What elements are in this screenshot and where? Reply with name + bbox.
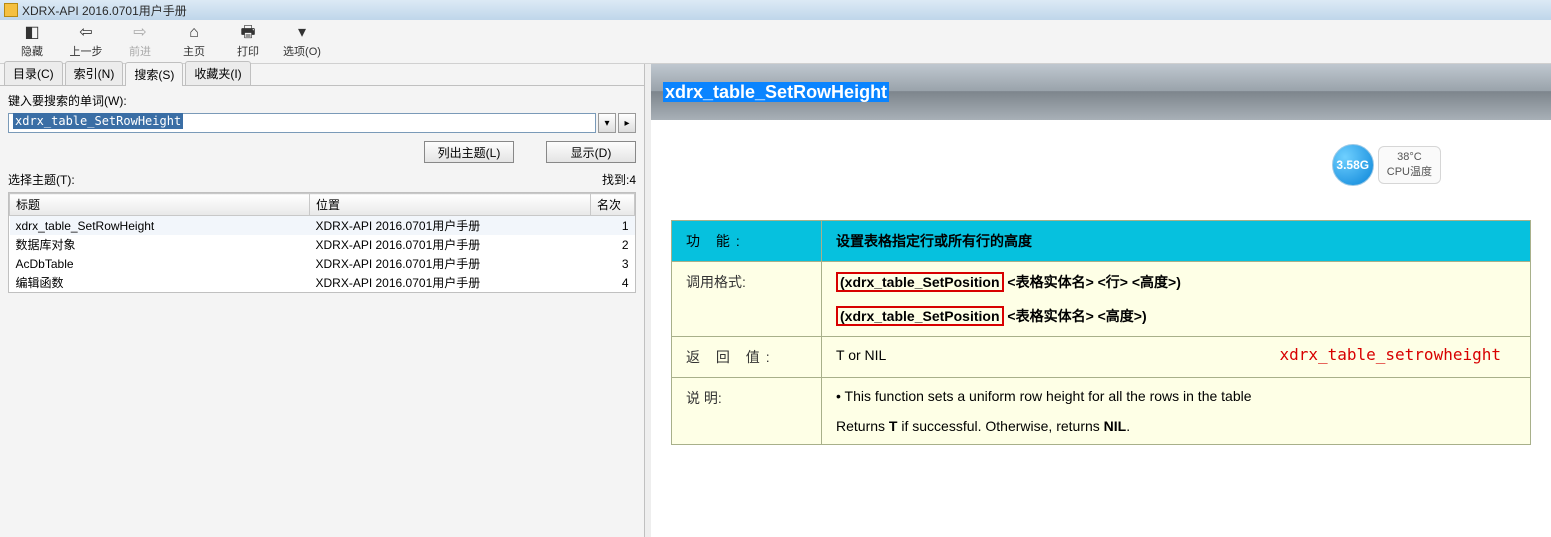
dropdown-button[interactable]: ▾ <box>598 113 616 133</box>
red-annotation: xdrx_table_setrowheight <box>1279 345 1501 364</box>
search-panel: 键入要搜索的单词(W): xdrx_table_SetRowHeight ▾ ▸… <box>0 86 644 299</box>
search-value: xdrx_table_SetRowHeight <box>13 113 183 129</box>
search-row: xdrx_table_SetRowHeight ▾ ▸ <box>8 113 636 133</box>
list-topics-button[interactable]: 列出主题(L) <box>424 141 514 163</box>
content-pane: xdrx_table_SetRowHeight 3.58G 38°C CPU温度… <box>651 64 1551 537</box>
select-topic-label: 选择主题(T): <box>8 171 75 188</box>
options-icon: ▾ <box>298 25 306 41</box>
ret-label: 返 回 值: <box>672 337 822 378</box>
toolbar: ◧ 隐藏 ⇦ 上一步 ⇨ 前进 ⌂ 主页 🖶 打印 ▾ 选项(O) <box>0 20 1551 64</box>
home-button[interactable]: ⌂ 主页 <box>170 22 218 62</box>
print-icon: 🖶 <box>240 25 255 41</box>
search-input[interactable]: xdrx_table_SetRowHeight <box>8 113 596 133</box>
page-title: xdrx_table_SetRowHeight <box>663 82 889 103</box>
forward-button[interactable]: ⇨ 前进 <box>116 22 164 62</box>
call-label: 调用格式: <box>672 262 822 337</box>
col-location[interactable]: 位置 <box>310 194 591 216</box>
row-desc: 说 明: • This function sets a uniform row … <box>672 378 1531 445</box>
window-title: XDRX-API 2016.0701用户手册 <box>22 2 187 19</box>
row-function: 功 能: 设置表格指定行或所有行的高度 <box>672 221 1531 262</box>
back-icon: ⇦ <box>79 25 92 41</box>
col-title[interactable]: 标题 <box>10 194 310 216</box>
tab-favorites[interactable]: 收藏夹(I) <box>185 61 250 85</box>
call2-fn: (xdrx_table_SetPosition <box>836 306 1004 326</box>
table-row[interactable]: 编辑函数 XDRX-API 2016.0701用户手册 4 <box>10 273 635 292</box>
call1-rest: <表格实体名> <行> <高度>) <box>1004 274 1181 290</box>
func-label: 功 能: <box>672 221 822 262</box>
topic-row: 选择主题(T): 找到:4 <box>8 171 636 188</box>
call-line-1: (xdrx_table_SetPosition <表格实体名> <行> <高度>… <box>836 272 1516 292</box>
results: 标题 位置 名次 xdrx_table_SetRowHeight XDRX-AP… <box>8 192 636 293</box>
print-button[interactable]: 🖶 打印 <box>224 22 272 62</box>
doc-body: xdrx_table_setrowheight 功 能: 设置表格指定行或所有行… <box>651 120 1551 465</box>
hide-button[interactable]: ◧ 隐藏 <box>8 22 56 62</box>
results-table: 标题 位置 名次 xdrx_table_SetRowHeight XDRX-AP… <box>9 193 635 292</box>
call2-rest: <表格实体名> <高度>) <box>1004 308 1147 324</box>
home-icon: ⌂ <box>189 25 199 41</box>
call-text: (xdrx_table_SetPosition <表格实体名> <行> <高度>… <box>822 262 1531 337</box>
call1-fn: (xdrx_table_SetPosition <box>836 272 1004 292</box>
desc-line2: Returns T if successful. Otherwise, retu… <box>836 418 1516 434</box>
desc-bullet: • This function sets a uniform row heigh… <box>836 388 1516 404</box>
table-row[interactable]: xdrx_table_SetRowHeight XDRX-API 2016.07… <box>10 216 635 236</box>
table-row[interactable]: 数据库对象 XDRX-API 2016.0701用户手册 2 <box>10 235 635 254</box>
options-button[interactable]: ▾ 选项(O) <box>278 22 326 62</box>
main: 目录(C) 索引(N) 搜索(S) 收藏夹(I) 键入要搜索的单词(W): xd… <box>0 64 1551 537</box>
titlebar: XDRX-API 2016.0701用户手册 <box>0 0 1551 20</box>
func-text: 设置表格指定行或所有行的高度 <box>822 221 1531 262</box>
back-button[interactable]: ⇦ 上一步 <box>62 22 110 62</box>
app-icon <box>4 3 18 17</box>
tabs: 目录(C) 索引(N) 搜索(S) 收藏夹(I) <box>0 64 644 86</box>
desc-label: 说 明: <box>672 378 822 445</box>
tab-search[interactable]: 搜索(S) <box>125 62 183 86</box>
forward-icon: ⇨ <box>133 25 146 41</box>
display-button[interactable]: 显示(D) <box>546 141 636 163</box>
found-label: 找到:4 <box>602 171 636 188</box>
content-header: xdrx_table_SetRowHeight <box>651 64 1551 120</box>
tab-index[interactable]: 索引(N) <box>65 61 124 85</box>
search-label: 键入要搜索的单词(W): <box>8 92 636 109</box>
col-rank[interactable]: 名次 <box>591 194 635 216</box>
button-row: 列出主题(L) 显示(D) <box>8 141 636 163</box>
hide-icon: ◧ <box>24 25 39 41</box>
left-pane: 目录(C) 索引(N) 搜索(S) 收藏夹(I) 键入要搜索的单词(W): xd… <box>0 64 645 537</box>
go-button[interactable]: ▸ <box>618 113 636 133</box>
row-call: 调用格式: (xdrx_table_SetPosition <表格实体名> <行… <box>672 262 1531 337</box>
call-line-2: (xdrx_table_SetPosition <表格实体名> <高度>) <box>836 306 1516 326</box>
table-row[interactable]: AcDbTable XDRX-API 2016.0701用户手册 3 <box>10 254 635 273</box>
desc-text: • This function sets a uniform row heigh… <box>822 378 1531 445</box>
doc-table: 功 能: 设置表格指定行或所有行的高度 调用格式: (xdrx_table_Se… <box>671 220 1531 445</box>
tab-contents[interactable]: 目录(C) <box>4 61 63 85</box>
